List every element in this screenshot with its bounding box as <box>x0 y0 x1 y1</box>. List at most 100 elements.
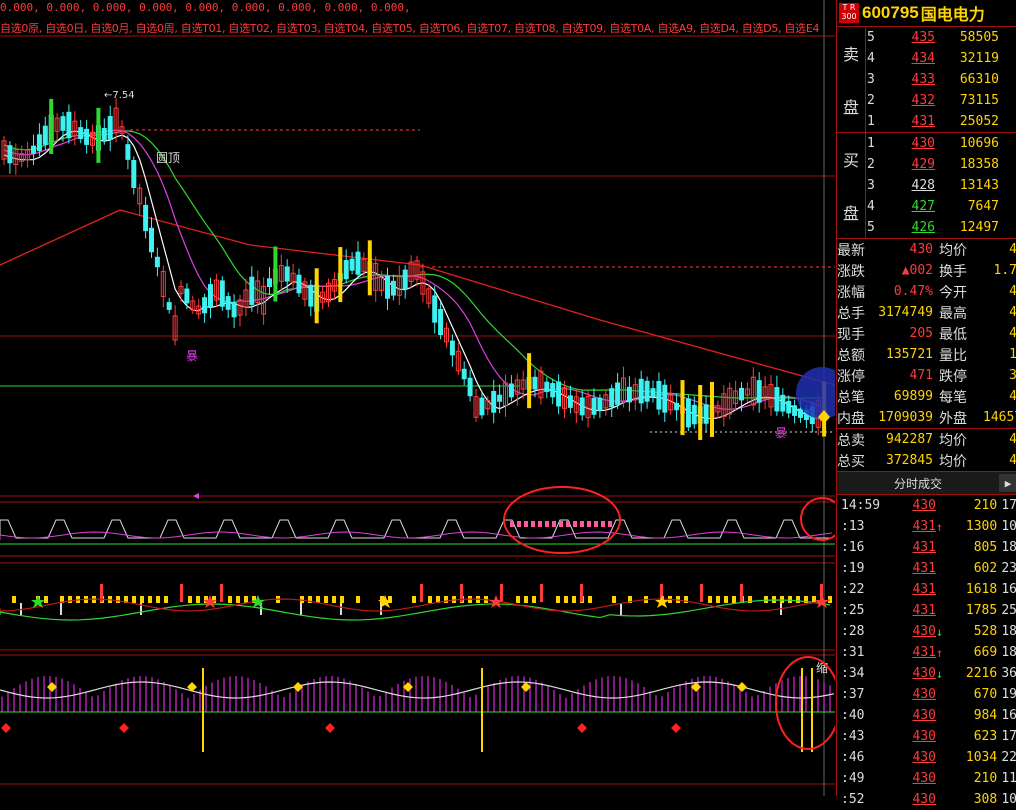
tick-row[interactable]: :37 430 670 19 <box>837 684 1016 705</box>
tick-volume: 670 <box>973 687 998 702</box>
osc1-marker <box>524 521 528 527</box>
tick-time: :46 <box>841 750 865 765</box>
candle-body <box>780 394 786 412</box>
ask-level: 2 <box>867 93 875 108</box>
tick-row[interactable]: :40 430 984 16 <box>837 705 1016 726</box>
ask-price[interactable]: 433 <box>889 72 935 87</box>
tick-list[interactable]: 14:59 430 210 17:13 431 ↑ 1300 10:16 431 805 18:19… <box>837 495 1016 810</box>
osc2-yellow-bar <box>244 596 248 603</box>
custom-indicator-list[interactable]: 自选0原, 自选0日, 自选0月, 自选0周, 自选T01, 自选T02, 自选… <box>0 20 819 36</box>
tick-row[interactable]: 14:59 430 210 17 <box>837 495 1016 516</box>
bid-row[interactable]: 3 428 13143 <box>867 175 1016 196</box>
osc2-yellow-bar <box>196 596 200 603</box>
osc2-yellow-bar <box>764 596 768 603</box>
candle-body <box>143 204 149 232</box>
tick-row[interactable]: :49 430 210 11 <box>837 768 1016 789</box>
tick-row[interactable]: :31 431 ↑ 669 18 <box>837 642 1016 663</box>
tick-price: 431 <box>912 540 936 555</box>
tick-row[interactable]: :25 431 1785 25 <box>837 600 1016 621</box>
tick-count: 10 <box>1001 792 1016 807</box>
indicator-values-line: 0.000, 0.000, 0.000, 0.000, 0.000, 0.000… <box>0 1 411 14</box>
bid-label-2: 盘 <box>842 203 859 223</box>
tick-row[interactable]: :13 431 ↑ 1300 10 <box>837 516 1016 537</box>
candle-body <box>343 260 349 280</box>
tick-row[interactable]: :52 430 308 10 <box>837 789 1016 810</box>
osc3-white <box>0 681 835 699</box>
tick-row[interactable]: :19 431 602 23 <box>837 558 1016 579</box>
tick-row[interactable]: :46 430 1034 22 <box>837 747 1016 768</box>
stock-code[interactable]: 600795 <box>862 3 919 23</box>
osc2-yellow-bar <box>524 596 528 603</box>
ask-price[interactable]: 431 <box>889 114 935 129</box>
bid-row[interactable]: 4 427 7647 <box>867 196 1016 217</box>
osc2-yellow-bar <box>324 596 328 603</box>
stat-label: 最新 <box>837 242 865 259</box>
osc2-yellow-bar <box>116 596 120 603</box>
osc1-marker <box>510 521 514 527</box>
tick-price: 431 <box>912 561 936 576</box>
tick-count: 16 <box>1001 708 1016 723</box>
osc2-yellow-bar <box>796 596 800 603</box>
tick-volume: 210 <box>973 771 998 786</box>
signal-bar <box>680 380 685 436</box>
candle-body <box>497 394 503 402</box>
stock-name[interactable]: 国电电力 <box>921 1 985 25</box>
osc2-yellow-bar <box>12 596 16 603</box>
ask-row[interactable]: 3 433 66310 <box>867 69 1016 90</box>
tab-time-sales[interactable]: 分时成交 <box>837 475 999 492</box>
candle-body <box>36 134 42 152</box>
candle-body <box>638 378 644 404</box>
candle-body <box>308 285 314 307</box>
ask-row[interactable]: 1 431 25052 <box>867 111 1016 132</box>
osc2-yellow-bar <box>332 596 336 603</box>
stat-value-2: 4 <box>1009 242 1016 257</box>
osc2-yellow-bar <box>716 596 720 603</box>
ask-row[interactable]: 5 435 58505 <box>867 27 1016 48</box>
high-price-label: ←7.54 <box>104 90 135 101</box>
bid-label-1: 买 <box>842 151 859 171</box>
candle-body <box>703 404 709 424</box>
tick-volume: 984 <box>973 708 998 723</box>
ask-book: 卖 盘 5 435 58505 4 434 32119 3 433 66310 2 432 73115… <box>837 27 1016 133</box>
tick-direction-icon: ↓ <box>935 624 944 639</box>
ask-price[interactable]: 432 <box>889 93 935 108</box>
tick-row[interactable]: :22 431 1618 16 <box>837 579 1016 600</box>
tick-tab-bar[interactable]: 分时成交 ▶ <box>837 471 1016 495</box>
bid-price[interactable]: 429 <box>889 157 935 172</box>
bid-row[interactable]: 2 429 18358 <box>867 154 1016 175</box>
bid-price[interactable]: 427 <box>889 199 935 214</box>
bid-price[interactable]: 430 <box>889 136 935 151</box>
candle-body <box>461 368 467 380</box>
bid-price[interactable]: 428 <box>889 178 935 193</box>
ask-volume: 32119 <box>959 51 999 66</box>
stat-label-2: 每笔 <box>939 389 967 406</box>
signal-bar <box>338 247 343 303</box>
bid-row[interactable]: 5 426 12497 <box>867 217 1016 238</box>
signal-bar <box>314 268 319 324</box>
tick-row[interactable]: :43 430 623 17 <box>837 726 1016 747</box>
stat-value-2: 4 <box>1009 326 1016 341</box>
osc2-yellow-bar <box>444 596 448 603</box>
bid-row[interactable]: 1 430 10696 <box>867 133 1016 154</box>
stat-value-2: 1 <box>1009 347 1016 362</box>
osc2-red-bar <box>700 584 703 602</box>
tab-arrow-icon[interactable]: ▶ <box>999 474 1016 492</box>
board-badge: T R 300 <box>839 3 859 23</box>
ask-row[interactable]: 4 434 32119 <box>867 48 1016 69</box>
tick-row[interactable]: :34 430 ↓ 2216 36 <box>837 663 1016 684</box>
ask-price[interactable]: 434 <box>889 51 935 66</box>
osc2-red-bar <box>420 584 423 602</box>
ask-row[interactable]: 2 432 73115 <box>867 90 1016 111</box>
candlestick-chart[interactable]: ←7.54圆顶暴暴缩 <box>0 0 835 796</box>
candle-body <box>107 116 113 140</box>
tick-row[interactable]: :28 430 ↓ 528 18 <box>837 621 1016 642</box>
kline-chart-area[interactable]: ←7.54 圆顶暴暴缩 0.000, 0.000, 0.000, 0.000, 0… <box>0 0 835 796</box>
tick-row[interactable]: :16 431 805 18 <box>837 537 1016 558</box>
candle-body <box>774 387 780 412</box>
osc1-marker <box>587 521 591 527</box>
tick-price: 431 <box>912 645 936 660</box>
ask-price[interactable]: 435 <box>889 30 935 45</box>
ask-volume: 58505 <box>959 30 999 45</box>
stat-value: 205 <box>909 326 933 341</box>
bid-price[interactable]: 426 <box>889 220 935 235</box>
